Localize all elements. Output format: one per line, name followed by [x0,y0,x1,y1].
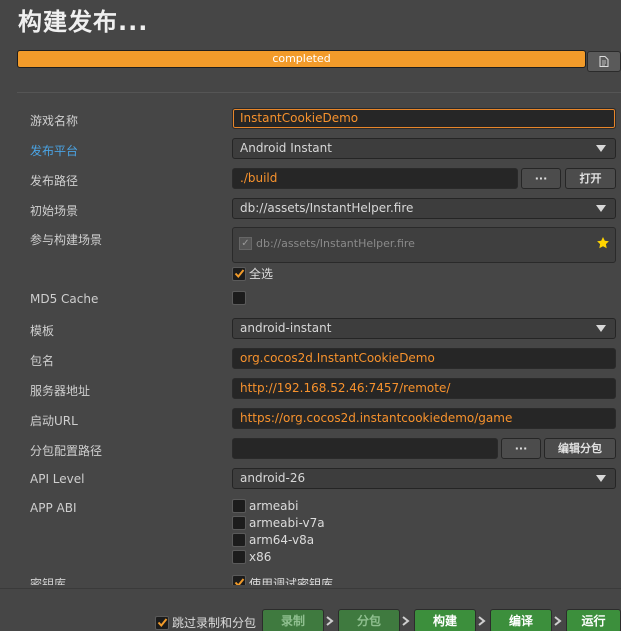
debug-keystore-checkbox[interactable]: 使用调试密钥库 [232,575,333,585]
checkbox-checked-icon [232,266,246,281]
checkbox-icon: ✓ [239,237,252,250]
game-name-input[interactable]: InstantCookieDemo [232,108,616,129]
subpack-path-input[interactable] [232,438,498,459]
start-scene-label: 初始场景 [30,204,79,218]
build-path-input[interactable]: ./build [232,168,518,189]
keystore-label: 密钥库 [30,577,67,585]
compile-button[interactable]: 编译 [490,609,552,631]
api-level-select[interactable]: android-26 [232,468,616,489]
build-scenes-label: 参与构建场景 [30,233,103,247]
checkbox-icon [232,516,246,530]
checkbox-icon [232,291,246,305]
abi-armeabi-v7a-checkbox[interactable]: armeabi-v7a [232,516,325,530]
template-select[interactable]: android-instant [232,318,616,339]
checkbox-checked-icon [232,575,246,585]
platform-label: 发布平台 [30,144,79,158]
subpack-browse-button[interactable]: ··· [501,438,541,459]
template-value: android-instant [240,321,332,335]
document-icon [599,56,609,67]
start-scene-value: db://assets/InstantHelper.fire [240,201,414,215]
arrow-right-icon [478,616,486,626]
select-all-checkbox[interactable]: 全选 [232,265,273,282]
start-scene-select[interactable]: db://assets/InstantHelper.fire [232,198,616,219]
star-icon [597,237,609,249]
checkbox-checked-icon [155,615,169,630]
edit-subpack-button[interactable]: 编辑分包 [544,438,616,459]
debug-keystore-label: 使用调试密钥库 [249,577,334,585]
abi-option-label: armeabi-v7a [249,516,325,530]
scene-item-label: db://assets/InstantHelper.fire [256,237,415,250]
abi-armeabi-checkbox[interactable]: armeabi [232,499,298,513]
checkbox-icon [232,499,246,513]
dropdown-arrow-icon [596,325,606,332]
package-name-input[interactable]: org.cocos2d.InstantCookieDemo [232,348,616,369]
start-url-label: 启动URL [30,414,78,428]
start-url-input[interactable]: https://org.cocos2d.instantcookiedemo/ga… [232,408,616,429]
progress-label: completed [272,52,331,65]
abi-x86-checkbox[interactable]: x86 [232,550,271,564]
skip-record-subpack-checkbox[interactable]: 跳过录制和分包 [155,614,256,631]
abi-option-label: arm64-v8a [249,533,315,547]
abi-option-label: armeabi [249,499,299,513]
platform-select[interactable]: Android Instant [232,138,616,159]
template-label: 模板 [30,324,55,338]
subpack-path-label: 分包配置路径 [30,444,103,458]
dropdown-arrow-icon [596,145,606,152]
arrow-right-icon [554,616,562,626]
md5-cache-checkbox[interactable] [232,291,249,305]
abi-option-label: x86 [249,550,272,564]
platform-value: Android Instant [240,141,332,155]
app-abi-label: APP ABI [30,501,77,515]
record-button[interactable]: 录制 [262,609,324,631]
md5-cache-label: MD5 Cache [30,292,99,306]
arrow-right-icon [326,616,334,626]
select-all-label: 全选 [249,267,274,281]
subpack-button[interactable]: 分包 [338,609,400,631]
build-button[interactable]: 构建 [414,609,476,631]
list-item[interactable]: ✓ db://assets/InstantHelper.fire [239,237,415,250]
checkbox-icon [232,533,246,547]
game-name-label: 游戏名称 [30,114,79,128]
open-log-button[interactable] [587,51,621,72]
api-level-label: API Level [30,472,85,486]
abi-arm64-v8a-checkbox[interactable]: arm64-v8a [232,533,314,547]
server-address-label: 服务器地址 [30,384,91,398]
api-level-value: android-26 [240,471,306,485]
page-title: 构建发布... [18,8,149,36]
checkbox-icon [232,550,246,564]
footer-divider [0,588,621,589]
scene-list: ✓ db://assets/InstantHelper.fire [232,227,616,263]
build-path-browse-button[interactable]: ··· [521,168,561,189]
run-button[interactable]: 运行 [566,609,621,631]
build-progress-bar: completed [17,50,586,68]
dropdown-arrow-icon [596,205,606,212]
arrow-right-icon [402,616,410,626]
package-name-label: 包名 [30,354,55,368]
divider [17,92,621,93]
open-build-folder-button[interactable]: 打开 [565,168,616,189]
skip-label: 跳过录制和分包 [172,616,257,630]
server-address-input[interactable]: http://192.168.52.46:7457/remote/ [232,378,616,399]
build-path-label: 发布路径 [30,174,79,188]
dropdown-arrow-icon [596,475,606,482]
